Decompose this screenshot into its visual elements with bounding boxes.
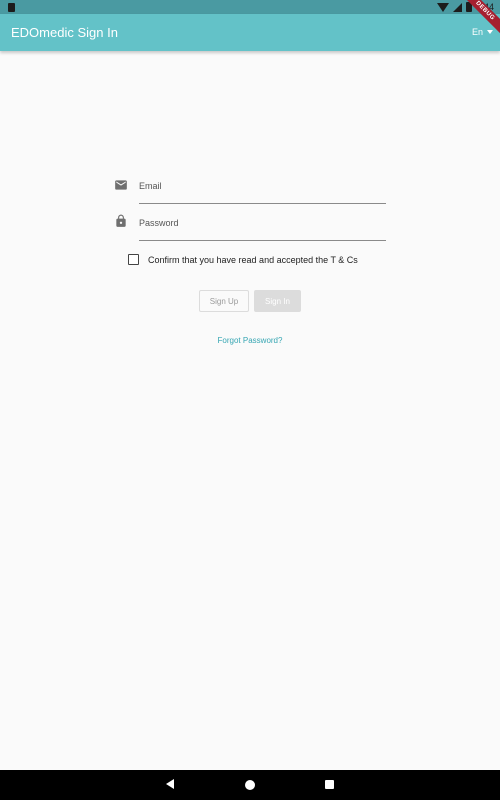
- chevron-down-icon: [487, 30, 493, 34]
- recent-apps-icon[interactable]: [325, 780, 334, 789]
- language-label: En: [471, 27, 483, 37]
- email-input[interactable]: [139, 174, 386, 203]
- email-field[interactable]: [139, 174, 386, 204]
- terms-label: Confirm that you have read and accepted …: [148, 254, 358, 265]
- page-title: EDOmedic Sign In: [11, 25, 118, 40]
- navigation-bar: [0, 770, 500, 800]
- password-input[interactable]: [139, 211, 386, 240]
- sim-icon: [8, 3, 15, 12]
- terms-row: Confirm that you have read and accepted …: [128, 254, 358, 265]
- terms-checkbox[interactable]: [128, 254, 139, 265]
- password-field[interactable]: [139, 211, 386, 241]
- home-icon[interactable]: [245, 780, 255, 790]
- wifi-icon: [437, 2, 450, 12]
- signal-icon: [453, 2, 463, 12]
- status-bar: 1:44: [0, 0, 500, 14]
- lock-icon: [116, 214, 126, 227]
- sign-up-button[interactable]: Sign Up: [199, 290, 249, 312]
- sign-in-button[interactable]: Sign In: [254, 290, 301, 312]
- language-dropdown[interactable]: En: [472, 27, 493, 37]
- forgot-password-link[interactable]: Forgot Password?: [0, 336, 500, 345]
- back-icon[interactable]: [166, 779, 174, 789]
- app-bar: EDOmedic Sign In En: [0, 14, 500, 51]
- mail-icon: [115, 180, 127, 190]
